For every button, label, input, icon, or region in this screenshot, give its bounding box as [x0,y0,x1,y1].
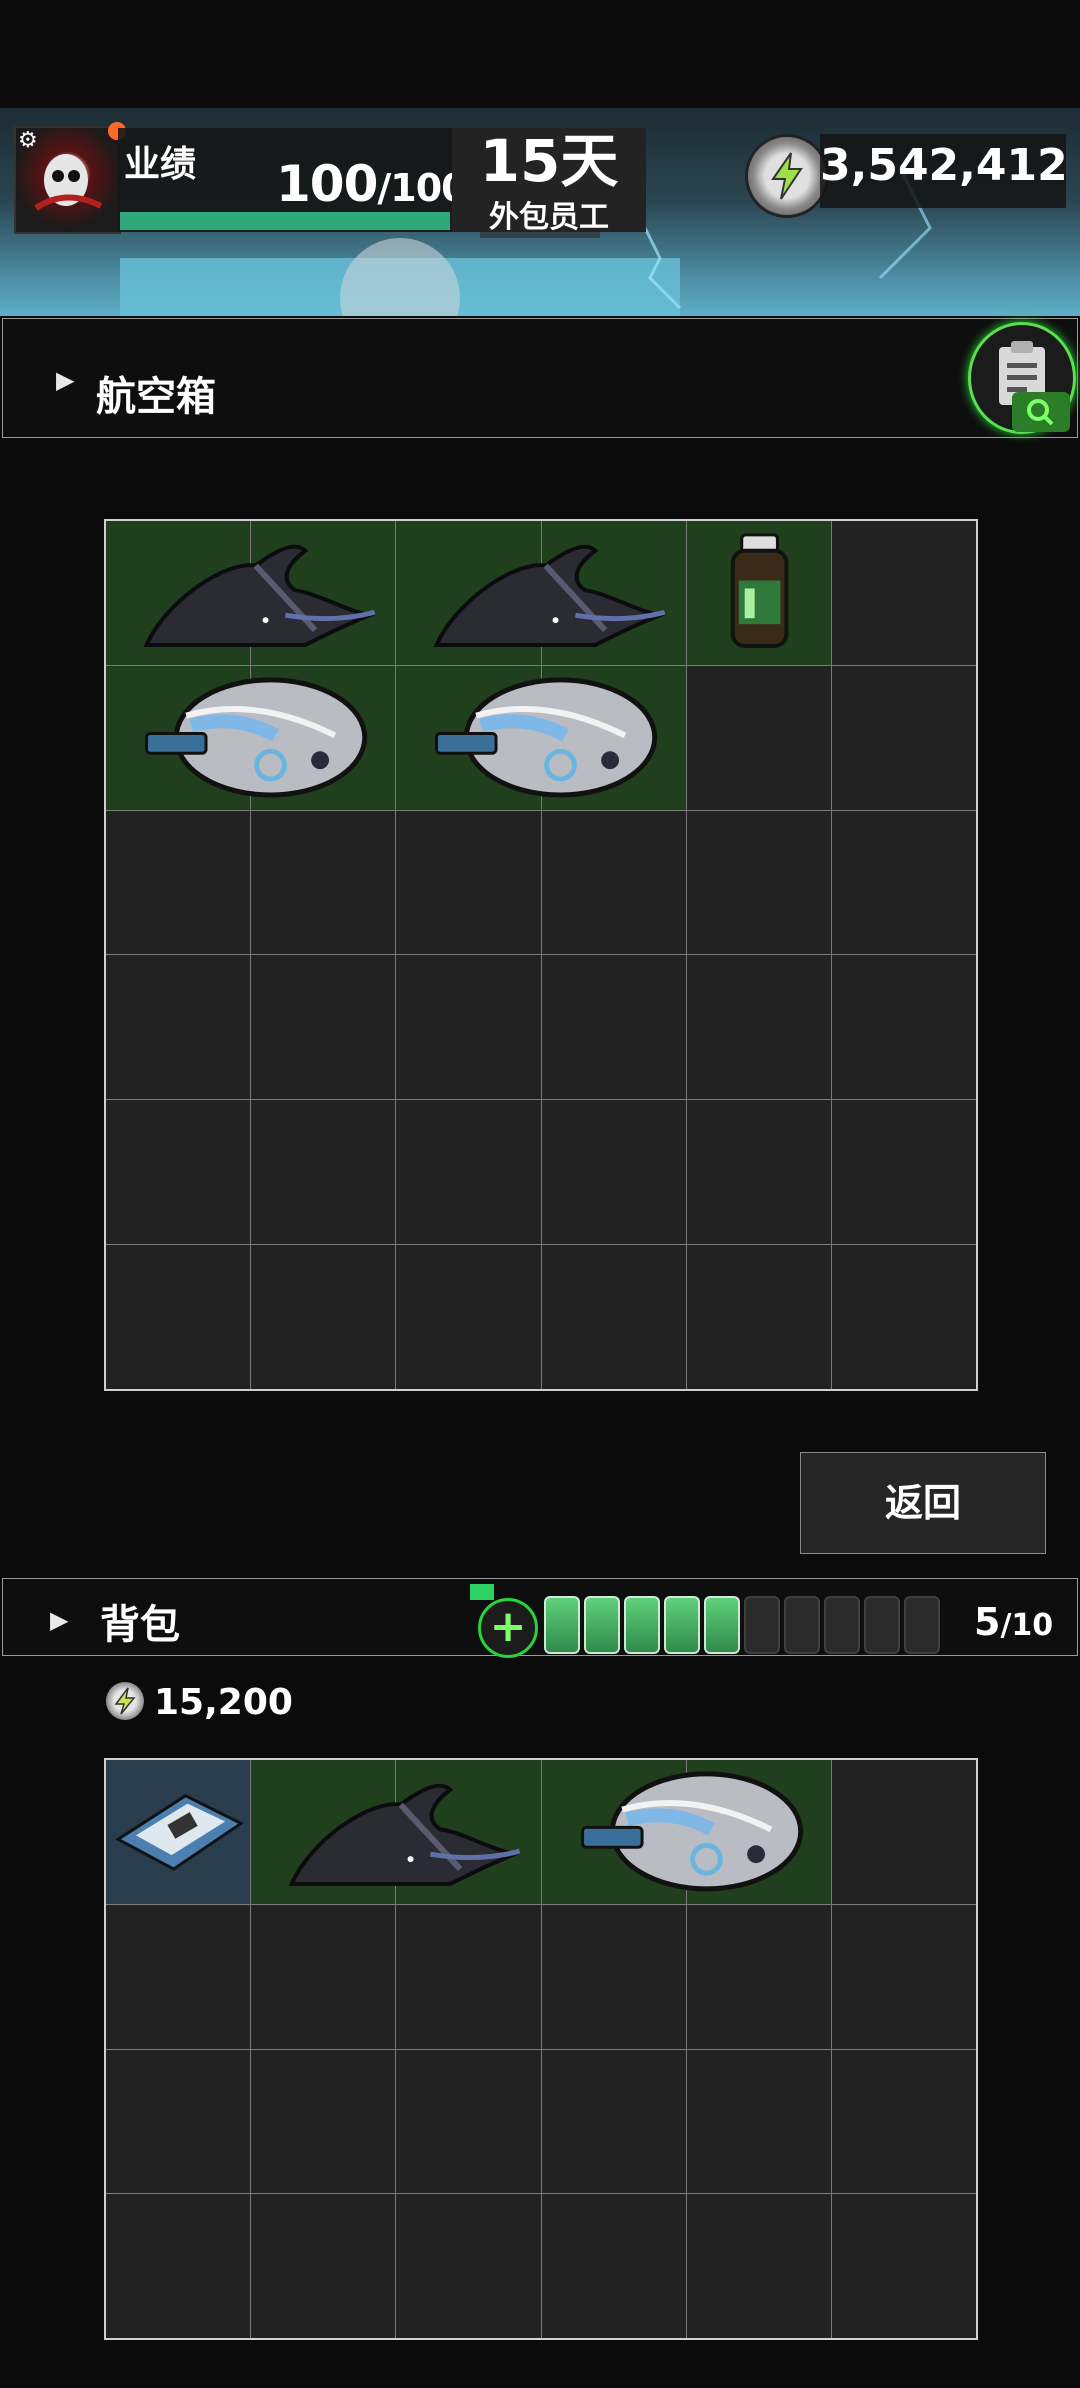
triangle-right-icon: ▶ [50,1606,69,1634]
grid-cell[interactable] [686,1100,831,1245]
grid-cell[interactable] [106,810,251,955]
add-battery-icon[interactable]: + [478,1598,538,1658]
grid-cell[interactable] [686,1245,831,1389]
performance-value: 100/100 [276,155,468,213]
grid-cell[interactable] [106,1100,251,1245]
battery-full-icon [624,1596,660,1654]
grid-cell[interactable] [396,1100,541,1245]
grid-cell[interactable] [251,1245,396,1389]
grid-cell[interactable] [831,2194,976,2338]
grid-cell[interactable] [106,2049,251,2194]
battery-full-icon [584,1596,620,1654]
container-grid[interactable] [104,519,978,1391]
grid-cell[interactable] [541,2049,686,2194]
battery-full-icon [704,1596,740,1654]
battery-empty-icon [784,1596,820,1654]
search-icon[interactable] [1012,392,1070,432]
grid-cell[interactable] [106,955,251,1100]
grid-cell[interactable] [541,1100,686,1245]
dark-wing-icon[interactable] [251,1760,540,1904]
lightning-coin-icon [106,1682,144,1720]
currency-value: 3,542,412 [820,140,1068,191]
grid-cell[interactable] [251,2049,396,2194]
grid-cell[interactable] [396,2049,541,2194]
grid-cell[interactable] [831,1760,976,1904]
grid-cell[interactable] [396,2194,541,2338]
grid-cell[interactable] [831,955,976,1100]
grid-cell[interactable] [106,1245,251,1389]
grid-cell[interactable] [396,810,541,955]
battery-empty-icon [864,1596,900,1654]
grid-cell[interactable] [396,955,541,1100]
grid-cell[interactable] [396,1904,541,2049]
grid-cell[interactable] [831,1245,976,1389]
grid-cell[interactable] [396,1245,541,1389]
helmet-icon[interactable] [396,666,685,810]
helmet-icon[interactable] [542,1760,831,1904]
grid-cell[interactable] [541,1245,686,1389]
grid-cell[interactable] [831,665,976,810]
grid-cell[interactable] [686,810,831,955]
grid-cell[interactable] [251,1100,396,1245]
grid-cell[interactable] [831,521,976,665]
backpack-count: 5/10 [974,1600,1053,1644]
grid-cell[interactable] [831,1100,976,1245]
backpack-grid[interactable] [104,1758,978,2340]
card-device-icon[interactable] [106,1760,250,1904]
battery-empty-icon [824,1596,860,1654]
grid-cell[interactable] [831,810,976,955]
grid-cell[interactable] [686,1904,831,2049]
video-ad-icon[interactable] [470,1584,494,1600]
battery-capacity [544,1594,944,1654]
lightning-coin-icon [745,134,829,218]
performance-bar [120,212,450,230]
backpack-count-current: 5 [974,1600,1001,1644]
battery-empty-icon [904,1596,940,1654]
grid-cell[interactable] [541,810,686,955]
helmet-icon[interactable] [106,666,395,810]
grid-cell[interactable] [541,2194,686,2338]
battery-empty-icon [744,1596,780,1654]
performance-current: 100 [276,155,378,213]
grid-cell[interactable] [541,955,686,1100]
return-button[interactable]: 返回 [800,1452,1046,1554]
performance-label: 业绩 [124,144,197,185]
grid-cell[interactable] [106,1904,251,2049]
grid-cell[interactable] [831,1904,976,2049]
grid-cell[interactable] [541,1904,686,2049]
backpack-money: 15,200 [154,1682,293,1723]
dark-wing-icon[interactable] [106,521,395,665]
grid-cell[interactable] [251,955,396,1100]
grid-cell[interactable] [251,810,396,955]
grid-cell[interactable] [831,2049,976,2194]
backpack-count-max: /10 [1000,1608,1054,1643]
backpack-title: 背包 [100,1602,180,1648]
grid-cell[interactable] [686,955,831,1100]
grid-cell[interactable] [686,2194,831,2338]
triangle-right-icon: ▶ [56,366,75,394]
grid-cell[interactable] [251,2194,396,2338]
battery-full-icon [544,1596,580,1654]
gear-icon[interactable]: ⚙ [18,130,38,152]
day-counter: 15天 [479,127,619,195]
grid-cell[interactable] [251,1904,396,2049]
grid-cell[interactable] [106,2194,251,2338]
dark-wing-icon[interactable] [396,521,685,665]
grid-cell[interactable] [686,2049,831,2194]
medicine-bottle-icon[interactable] [687,521,831,665]
battery-full-icon [664,1596,700,1654]
container-title: 航空箱 [96,374,216,420]
grid-cell[interactable] [686,665,831,810]
role-label: 外包员工 [489,200,609,235]
